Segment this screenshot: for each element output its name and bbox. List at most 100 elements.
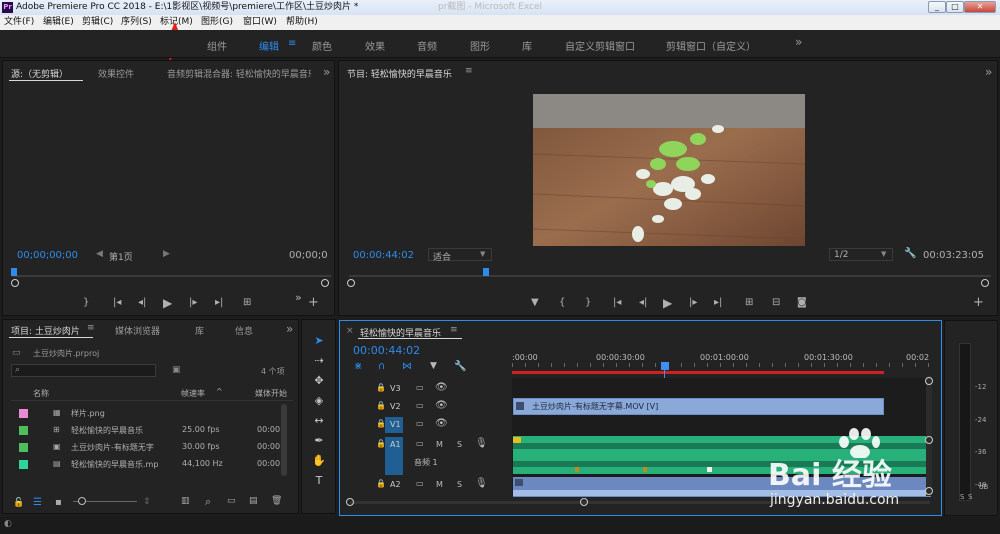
minimize-button[interactable]: _ [928,1,946,13]
vscroll-handle-top[interactable] [925,377,933,385]
track-label[interactable]: V2 [390,402,401,411]
razor-icon[interactable]: ◈ [311,394,327,408]
fit-select[interactable]: 适合 ▼ [428,248,492,263]
time-ruler[interactable]: :00:00 00:00:30:00 00:01:00:00 00:01:30:… [512,351,930,375]
menu-file[interactable]: 文件(F) [4,15,34,30]
zoom-handle-right[interactable] [321,279,329,287]
ripple-edit-icon[interactable]: ✥ [311,374,327,388]
menu-graphics[interactable]: 图形(G) [201,15,233,30]
close-button[interactable]: ✕ [964,1,996,13]
play-icon[interactable]: ▶ [163,296,172,310]
project-menu-icon[interactable]: ≡ [87,323,95,333]
page-right-icon[interactable]: ▶ [163,249,170,259]
settings-wrench-icon[interactable]: 🔧 [904,248,916,259]
sort-ascending-icon[interactable]: ^ [216,387,223,396]
new-folder-icon[interactable]: ▭ [227,496,236,506]
column-fps[interactable]: 帧速率 [181,388,205,399]
workspace-assembly[interactable]: 组件 [207,38,227,53]
project-more-icon[interactable]: » [286,322,293,336]
zoom-handle-left[interactable] [11,279,19,287]
label-color-swatch[interactable] [19,443,28,452]
close-sequence-icon[interactable]: × [346,326,354,336]
project-row[interactable]: ▣ 土豆炒肉片-有标题无字 30.00 fps 00:00 [13,439,291,456]
track-solo-button[interactable]: S [457,440,462,449]
program-playhead[interactable] [483,268,489,276]
track-sync-icon[interactable]: ▭ [416,401,424,410]
step-back-icon[interactable]: ◂| [138,297,146,308]
sort-icon[interactable]: ⇕ [143,497,151,507]
slip-icon[interactable]: ↔ [311,414,327,428]
find-icon[interactable]: ⌕ [205,495,211,509]
pen-icon[interactable]: ✒ [311,434,327,448]
workspace-effects[interactable]: 效果 [365,38,385,53]
tab-audio-mixer[interactable]: 音频剪辑混合器: 轻松愉快的早晨音乐 [167,67,311,80]
label-color-swatch[interactable] [19,426,28,435]
source-timecode[interactable]: 00;00;00;00 [17,250,78,261]
column-name[interactable]: 名称 [33,388,49,399]
program-zoom-left[interactable] [347,279,355,287]
tab-info[interactable]: 信息 [235,324,253,337]
new-item-icon[interactable]: ▤ [249,496,258,506]
track-eye-icon[interactable]: 👁 [435,382,448,393]
sequence-menu-icon[interactable]: ≡ [450,325,458,335]
tab-effect-controls[interactable]: 效果控件 [98,67,134,80]
snap-icon[interactable]: ⋇ [354,361,362,372]
workspace-editing[interactable]: 编辑 [259,38,279,53]
program-add-button[interactable]: + [973,295,984,310]
track-lock-icon[interactable]: 🔒 [376,419,386,428]
timeline-marker-icon[interactable]: ▼ [430,361,437,371]
program-scrubber[interactable] [349,275,991,277]
solo-right-button[interactable]: S [968,493,972,501]
track-solo-button[interactable]: S [457,480,462,489]
source-playhead[interactable] [11,268,17,276]
track-mic-icon[interactable]: 🎙 [475,478,488,489]
type-tool-icon[interactable]: T [311,474,327,488]
program-play-icon[interactable]: ▶ [663,296,672,310]
add-marker-icon[interactable]: ▼ [531,297,539,308]
track-mute-button[interactable]: M [436,440,443,449]
menu-sequence[interactable]: 序列(S) [121,15,152,30]
page-left-icon[interactable]: ◀ [96,249,103,259]
track-eye-icon[interactable]: 👁 [435,400,448,411]
track-eye-icon[interactable]: 👁 [435,418,448,429]
project-search-input[interactable]: ⌕ [11,364,156,377]
program-timecode[interactable]: 00:00:44:02 [353,250,414,261]
step-back-program-icon[interactable]: ◂| [639,297,647,308]
quality-select[interactable]: 1/2 ▼ [829,248,893,261]
lift-icon[interactable]: ⊞ [745,297,753,308]
zoom-slider-handle[interactable] [78,497,86,505]
menu-edit[interactable]: 编辑(E) [43,15,74,30]
go-to-in-program-icon[interactable]: |◂ [613,297,621,308]
source-scrubber[interactable] [13,275,331,277]
linked-selection-icon[interactable]: ⋈ [402,361,412,372]
mark-in-icon[interactable]: { [559,297,565,308]
hscroll-handle-left[interactable] [346,498,354,506]
track-mic-icon[interactable]: 🎙 [475,438,488,449]
menu-help[interactable]: 帮助(H) [286,15,318,30]
workspace-more-icon[interactable]: » [795,35,802,49]
track-sync-icon[interactable]: ▭ [416,439,424,448]
program-menu-icon[interactable]: ≡ [465,66,473,76]
tab-media-browser[interactable]: 媒体浏览器 [115,324,160,337]
hscroll-handle-right[interactable] [580,498,588,506]
column-media-start[interactable]: 媒体开始 [255,388,287,399]
timeline-wrench-icon[interactable]: 🔧 [454,361,466,372]
timeline-playhead-handle[interactable] [661,362,669,370]
track-label[interactable]: A1 [390,440,401,449]
menu-window[interactable]: 窗口(W) [243,15,277,30]
label-color-swatch[interactable] [19,460,28,469]
workspace-custom-edit-2[interactable]: 剪辑窗口（自定义） [666,38,756,53]
source-add-button[interactable]: + [308,295,319,310]
menu-clip[interactable]: 剪辑(C) [82,15,113,30]
track-label[interactable]: V3 [390,384,401,393]
project-scrollbar[interactable] [281,404,287,476]
new-bin-icon[interactable]: ▣ [172,365,181,375]
go-to-out-icon[interactable]: ▸| [215,297,223,308]
track-sync-icon[interactable]: ▭ [416,479,424,488]
go-to-in-icon[interactable]: |◂ [113,297,121,308]
tab-project[interactable]: 项目: 土豆炒肉片 [11,324,80,337]
go-to-out-program-icon[interactable]: ▸| [714,297,722,308]
track-lock-icon[interactable]: 🔒 [376,401,386,410]
track-lock-icon[interactable]: 🔒 [376,479,386,488]
workspace-graphics[interactable]: 图形 [470,38,490,53]
